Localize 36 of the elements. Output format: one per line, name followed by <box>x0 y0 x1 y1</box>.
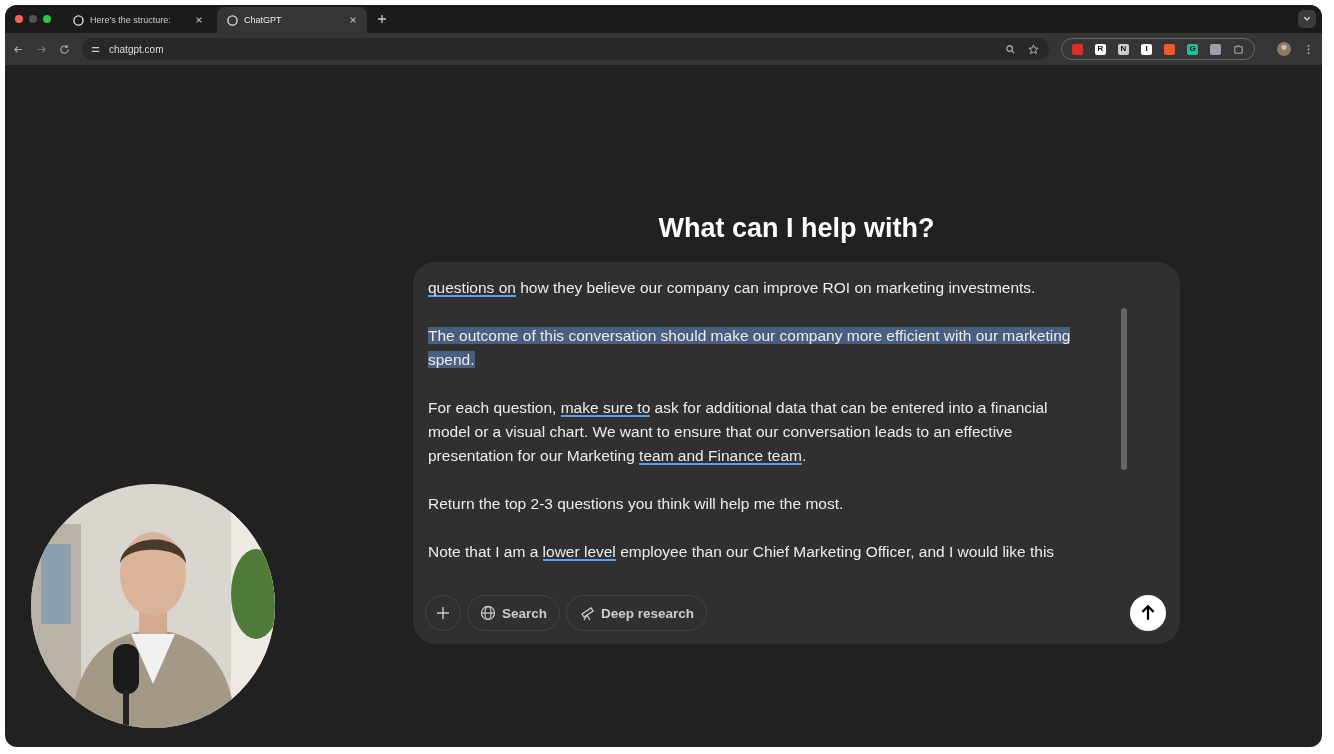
plus-icon <box>436 606 450 620</box>
browser-tab[interactable]: ChatGPT <box>217 7 367 33</box>
telescope-icon <box>579 605 596 621</box>
zoom-window-button[interactable] <box>43 15 51 23</box>
page-heading: What can I help with? <box>658 213 935 244</box>
prompt-paragraph: For each question, make sure to ask for additional data that can be entered into a financial model or a visual chart. We want to ensure that our conversation leads to an effective presentation for our Marketing team and Finance team. <box>428 398 1049 467</box>
extension-icon[interactable]: I <box>1141 43 1152 55</box>
send-button[interactable] <box>1130 595 1166 631</box>
arrow-up-icon <box>1139 604 1157 622</box>
extension-icon[interactable]: R <box>1095 43 1106 55</box>
extension-icon[interactable] <box>1164 43 1175 55</box>
tab-favicon-icon <box>73 14 84 26</box>
prompt-paragraph: Return the top 2-3 questions you think will help me the most. <box>428 494 845 514</box>
extension-icon[interactable]: G <box>1187 43 1198 55</box>
close-tab-icon[interactable] <box>195 16 203 24</box>
scrollbar-thumb[interactable] <box>1121 308 1127 470</box>
tab-search-icon[interactable] <box>1298 10 1316 28</box>
globe-icon <box>480 605 496 621</box>
close-tab-icon[interactable] <box>349 16 357 24</box>
close-window-button[interactable] <box>15 15 23 23</box>
extension-icon[interactable] <box>1072 43 1083 55</box>
bookmark-star-icon[interactable] <box>1028 43 1039 55</box>
prompt-paragraph: questions on how they believe our company can improve ROI on marketing investments. <box>428 278 1037 299</box>
prompt-paragraph: Note that I am a lower level employee than our Chief Marketing Officer, and I would like this <box>428 542 1056 563</box>
zoom-icon[interactable] <box>1005 43 1016 55</box>
new-tab-icon[interactable] <box>377 14 387 24</box>
reload-icon[interactable] <box>59 43 70 55</box>
tab-favicon-icon <box>227 14 238 26</box>
prompt-paragraph: The outcome of this conversation should make our company more efficient with our marketing spend. <box>428 326 1072 370</box>
address-bar[interactable]: chatgpt.com <box>82 38 1049 60</box>
puzzle-icon[interactable] <box>1233 43 1244 55</box>
extension-icon[interactable]: N <box>1118 43 1129 55</box>
browser-tab[interactable]: Here's the structure: <box>63 7 213 33</box>
prompt-composer[interactable] <box>413 262 1180 644</box>
profile-avatar-icon[interactable] <box>1277 42 1291 56</box>
extension-icon[interactable] <box>1210 43 1221 55</box>
